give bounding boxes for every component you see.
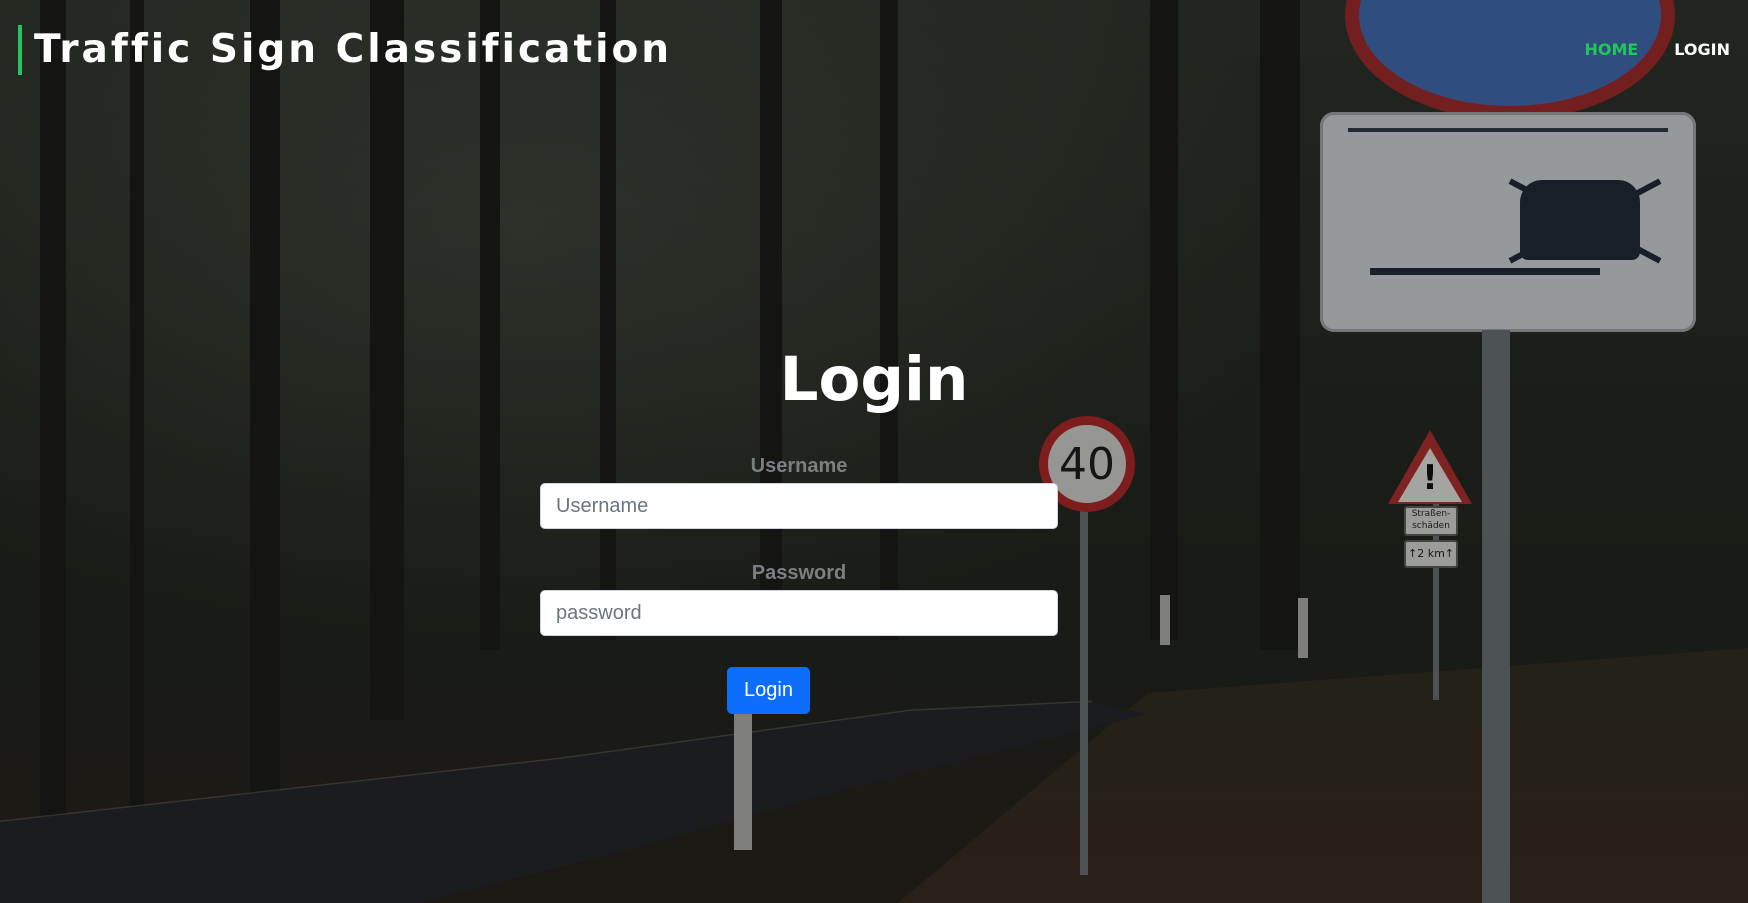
brand-title[interactable]: Traffic Sign Classification bbox=[18, 25, 672, 75]
nav-home-link[interactable]: HOME bbox=[1584, 40, 1638, 59]
page-title: Login bbox=[779, 344, 969, 415]
password-input[interactable] bbox=[540, 590, 1058, 636]
login-button[interactable]: Login bbox=[727, 667, 810, 714]
top-nav: HOME LOGIN bbox=[1584, 40, 1730, 59]
password-label: Password bbox=[751, 562, 847, 584]
dark-overlay bbox=[0, 0, 1748, 903]
nav-login-link[interactable]: LOGIN bbox=[1674, 40, 1730, 59]
username-input[interactable] bbox=[540, 483, 1058, 529]
background-photo: 40 ! Straßen- schäden ↑2 km↑ bbox=[0, 0, 1748, 903]
username-label: Username bbox=[750, 455, 848, 477]
